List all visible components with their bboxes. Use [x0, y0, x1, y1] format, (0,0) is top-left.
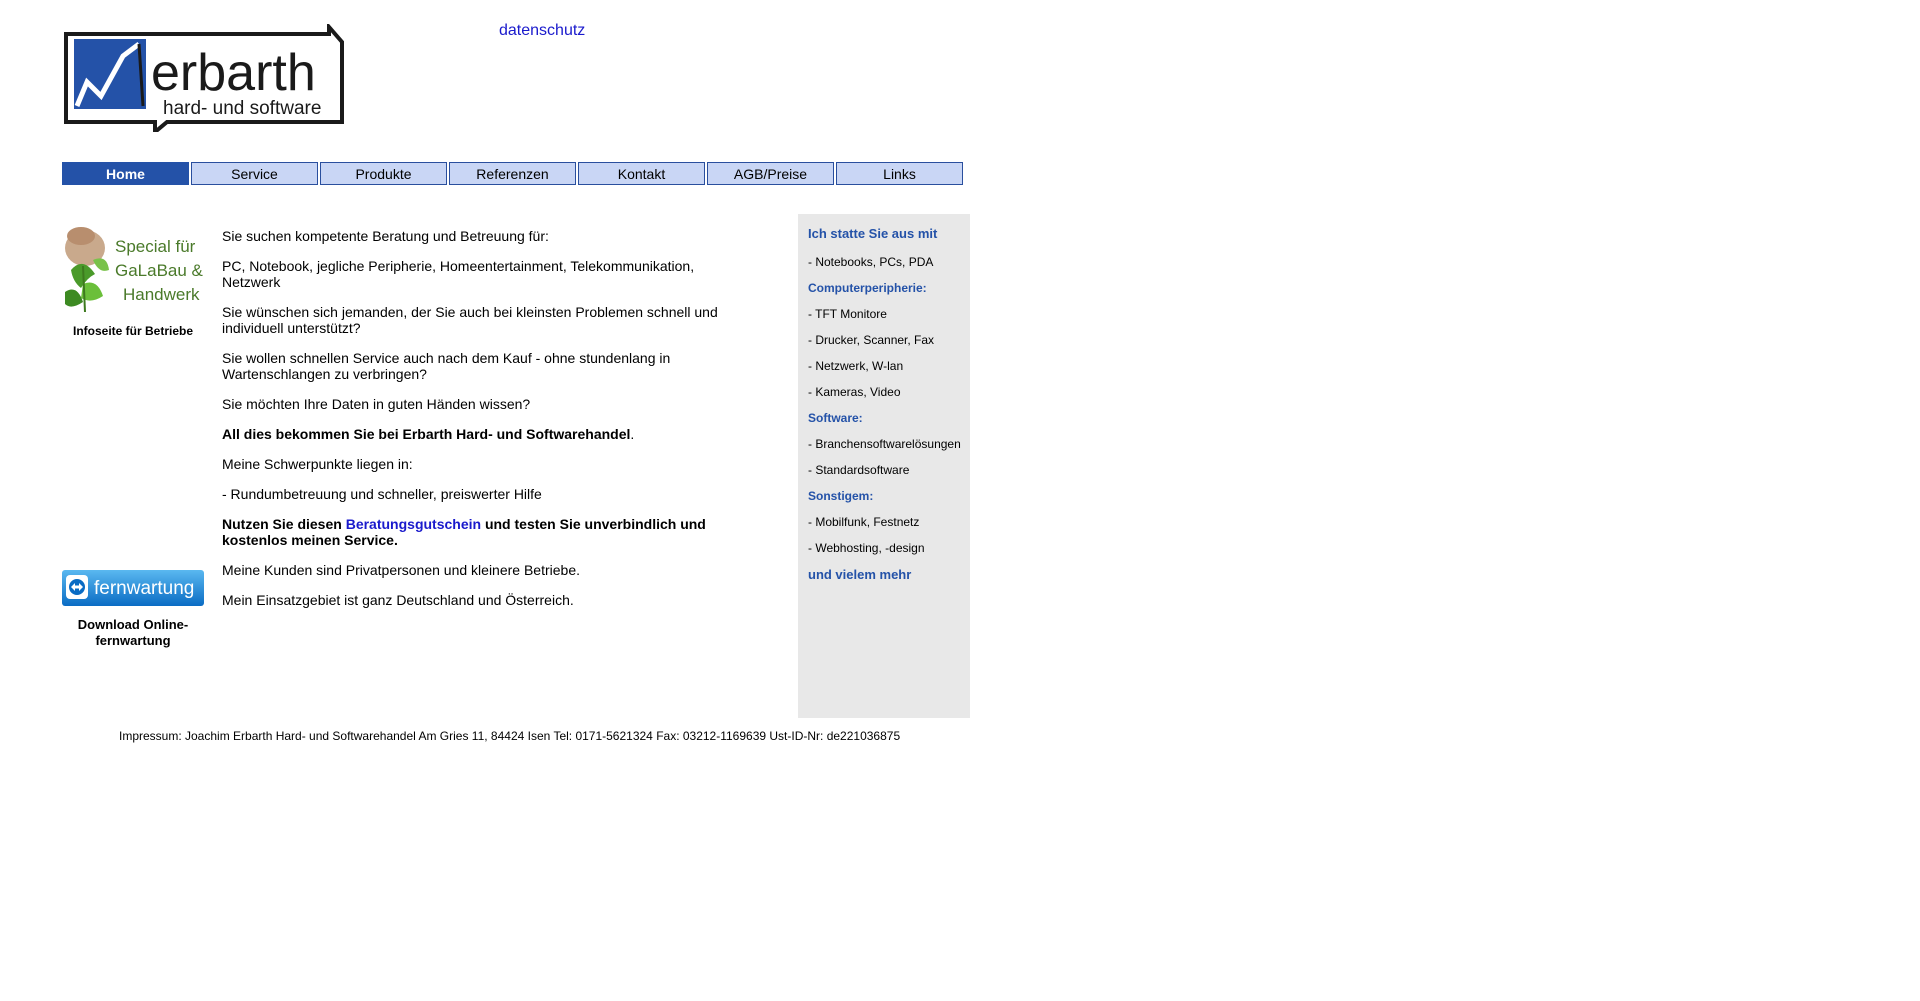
- galabau-promo-image[interactable]: Special für GaLaBau & Handwerk: [63, 226, 204, 313]
- nav-kontakt[interactable]: Kontakt: [578, 162, 705, 185]
- promo-line-1: Special für: [115, 237, 196, 256]
- customers-text: Meine Kunden sind Privatpersonen und kle…: [222, 562, 581, 578]
- sidebar-item: - Netzwerk, W-lan: [808, 359, 904, 373]
- fernwartung-button[interactable]: fernwartung: [62, 570, 204, 606]
- after-sales-text: Sie wollen schnellen Service auch nach d…: [222, 350, 671, 382]
- sidebar-item: - Drucker, Scanner, Fax: [808, 333, 935, 347]
- voucher-text: Nutzen Sie diesen Beratungsgutschein und…: [222, 516, 742, 548]
- nav-links[interactable]: Links: [836, 162, 963, 185]
- sidebar-item: - Branchensoftwarelösungen: [808, 437, 961, 451]
- promo-line-3: Handwerk: [123, 285, 200, 304]
- services-list-text: PC, Notebook, jegliche Peripherie, Homee…: [222, 258, 695, 290]
- sidebar-item: - Mobilfunk, Festnetz: [808, 515, 920, 529]
- support-text: Sie wünschen sich jemanden, der Sie auch…: [222, 304, 718, 336]
- sidebar-item: - TFT Monitore: [808, 307, 887, 321]
- main-nav: Home Service Produkte Referenzen Kontakt…: [62, 162, 963, 185]
- datenschutz-link[interactable]: datenschutz: [499, 22, 585, 40]
- beratungsgutschein-link[interactable]: Beratungsgutschein: [346, 516, 481, 532]
- sidebar-item: - Webhosting, -design: [808, 541, 925, 555]
- sidebar-subheading: Computerperipherie:: [808, 281, 927, 295]
- erbarth-logo[interactable]: erbarth hard- und software: [63, 24, 345, 132]
- voucher-text-start: Nutzen Sie diesen: [222, 516, 346, 532]
- fernwartung-label: fernwartung: [94, 578, 194, 599]
- data-safety-text: Sie möchten Ihre Daten in guten Händen w…: [222, 396, 531, 412]
- focus-heading: Meine Schwerpunkte liegen in:: [222, 456, 413, 472]
- nav-agb-preise[interactable]: AGB/Preise: [707, 162, 834, 185]
- page: erbarth hard- und software datenschutz H…: [0, 0, 1920, 1001]
- promo-caption: Infoseite für Betriebe: [72, 324, 194, 338]
- fernwartung-caption: Download Online-fernwartung: [77, 617, 189, 648]
- nav-referenzen[interactable]: Referenzen: [449, 162, 576, 185]
- sidebar-subheading: Software:: [808, 411, 863, 425]
- promo-line-2: GaLaBau &: [115, 261, 203, 280]
- nav-produkte[interactable]: Produkte: [320, 162, 447, 185]
- intro-text: Sie suchen kompetente Beratung und Betre…: [222, 228, 549, 244]
- logo-name: erbarth: [151, 44, 316, 102]
- sidebar-heading: Ich statte Sie aus mit: [808, 226, 938, 241]
- sidebar-item: - Notebooks, PCs, PDA: [808, 255, 934, 269]
- sidebar-item: - Standardsoftware: [808, 463, 910, 477]
- sidebar-footer: und vielem mehr: [808, 567, 912, 582]
- main-content: Sie suchen kompetente Beratung und Betre…: [222, 228, 742, 622]
- company-claim: All dies bekommen Sie bei Erbarth Hard- …: [222, 426, 742, 442]
- offer-sidebar: Ich statte Sie aus mit - Notebooks, PCs,…: [798, 214, 970, 718]
- impressum-footer: Impressum: Joachim Erbarth Hard- und Sof…: [119, 729, 901, 743]
- logo-tagline: hard- und software: [163, 98, 321, 119]
- sidebar-subheading: Sonstigem:: [808, 489, 874, 503]
- sidebar-item: - Kameras, Video: [808, 385, 901, 399]
- nav-service[interactable]: Service: [191, 162, 318, 185]
- company-claim-bold: All dies bekommen Sie bei Erbarth Hard- …: [222, 426, 631, 442]
- nav-home[interactable]: Home: [62, 162, 189, 185]
- focus-item: - Rundumbetreuung und schneller, preiswe…: [222, 486, 542, 502]
- company-claim-end: .: [630, 426, 635, 442]
- region-text: Mein Einsatzgebiet ist ganz Deutschland …: [222, 592, 574, 608]
